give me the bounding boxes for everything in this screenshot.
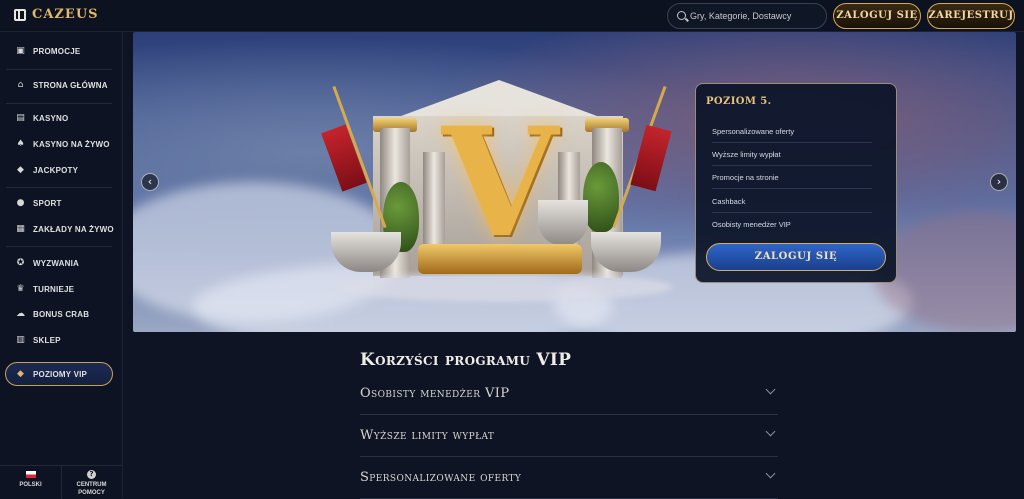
accordion-label: Osobisty menedżer VIP <box>360 386 510 401</box>
perk-item: Spersonalizowane oferty <box>712 120 872 143</box>
sidebar-item-label: KASYNO NA ŻYWO <box>33 139 110 149</box>
accordion-label: Wyższe limity wypłat <box>360 428 495 443</box>
sidebar-item-sklep[interactable]: ▥ SKLEP <box>0 328 122 352</box>
register-button[interactable]: ZAREJESTRUJ <box>927 3 1015 29</box>
level-title: POZIOM 5. <box>706 96 772 107</box>
sidebar-footer: POLSKI ? CENTRUM POMOCY <box>0 465 122 499</box>
cards-icon: ♠ <box>16 138 25 149</box>
sidebar-item-wyzwania[interactable]: ✪ WYZWANIA <box>0 251 122 275</box>
carousel-prev-button[interactable]: ‹ <box>141 173 159 191</box>
poland-flag-icon <box>25 471 36 478</box>
perk-item: Cashback <box>712 190 872 213</box>
sidebar-item-home[interactable]: ⌂ STRONA GŁÓWNA <box>0 73 122 97</box>
gift-icon: ▣ <box>16 45 25 56</box>
slot-icon: ▤ <box>16 112 25 123</box>
medal-icon: ✪ <box>16 257 25 268</box>
sidebar-item-turnieje[interactable]: ♛ TURNIEJE <box>0 277 122 301</box>
logo[interactable]: CAZEUS <box>32 7 99 22</box>
section-title: Korzyści programu VIP <box>360 350 572 370</box>
divider <box>6 69 112 70</box>
chevron-down-icon <box>765 426 776 437</box>
login-button[interactable]: ZALOGUJ SIĘ <box>833 3 921 29</box>
sidebar-item-label: JACKPOTY <box>33 165 79 175</box>
vip-benefits-section: Korzyści programu VIP Osobisty menedżer … <box>360 350 778 499</box>
shop-icon: ▥ <box>16 334 25 345</box>
sidebar-item-kasyno[interactable]: ▤ KASYNO <box>0 106 122 130</box>
sidebar-item-vip-levels[interactable]: ◆ POZIOMY VIP <box>5 362 113 386</box>
sidebar-item-label: POZIOMY VIP <box>33 369 88 379</box>
sidebar-item-jackpoty[interactable]: ◆ JACKPOTY <box>0 158 122 182</box>
chevron-down-icon <box>765 384 776 395</box>
sidebar-item-promocje[interactable]: ▣ PROMOCJE <box>0 39 122 63</box>
sidebar-item-label: BONUS CRAB <box>33 309 90 319</box>
search-box[interactable] <box>667 3 827 29</box>
top-bar: CAZEUS ZALOGUJ SIĘ ZAREJESTRUJ <box>0 0 1024 32</box>
perk-item: Wyższe limity wypłat <box>712 143 872 166</box>
sidebar-item-kasyno-na-zywo[interactable]: ♠ KASYNO NA ŻYWO <box>0 132 122 156</box>
search-input[interactable] <box>690 8 820 24</box>
perk-item: Promocje na stronie <box>712 166 872 189</box>
sidebar-item-label: SKLEP <box>33 335 61 345</box>
live-bet-icon: ▦ <box>16 223 25 234</box>
divider <box>6 103 112 104</box>
vip-level-card: POZIOM 5. Spersonalizowane oferty Wyższe… <box>695 83 897 283</box>
accordion-item[interactable]: Wyższe limity wypłat <box>360 415 778 457</box>
sidebar-item-label: WYZWANIA <box>33 258 80 268</box>
sidebar-toggle-icon[interactable] <box>14 9 26 21</box>
sidebar-item-sport[interactable]: ● SPORT <box>0 191 122 215</box>
help-icon: ? <box>87 470 96 479</box>
chevron-down-icon <box>765 468 776 479</box>
divider <box>6 187 112 188</box>
help-label-line1: CENTRUM <box>76 482 107 488</box>
vip-v-emblem: V <box>441 95 559 271</box>
floor-mist <box>333 272 673 302</box>
sidebar-item-label: SPORT <box>33 198 62 208</box>
sidebar-item-label: STRONA GŁÓWNA <box>33 80 108 90</box>
help-label-line2: POMOCY <box>78 490 105 496</box>
carousel-next-button[interactable]: › <box>990 173 1008 191</box>
sidebar-item-bonus-crab[interactable]: ☁ BONUS CRAB <box>0 302 122 326</box>
search-icon <box>677 11 686 20</box>
vip-diamond-icon: ◆ <box>17 368 24 379</box>
language-label: POLSKI <box>19 482 42 488</box>
home-icon: ⌂ <box>17 79 24 90</box>
sidebar-item-label: KASYNO <box>33 113 69 123</box>
accordion-item[interactable]: Osobisty menedżer VIP <box>360 373 778 415</box>
red-banner <box>630 124 672 192</box>
crab-icon: ☁ <box>16 308 25 319</box>
hero-banner: V ‹ › POZIOM 5. Spersonalizowane oferty … <box>133 32 1016 332</box>
sidebar-item-label: PROMOCJE <box>33 46 81 56</box>
divider <box>6 246 112 247</box>
ball-icon: ● <box>16 197 25 208</box>
accordion-label: Spersonalizowane oferty <box>360 470 522 485</box>
sidebar: ▣ PROMOCJE ⌂ STRONA GŁÓWNA ▤ KASYNO ♠ KA… <box>0 32 123 499</box>
language-selector[interactable]: POLSKI <box>0 469 61 489</box>
accordion-item[interactable]: Spersonalizowane oferty <box>360 457 778 499</box>
help-center-link[interactable]: ? CENTRUM POMOCY <box>61 469 122 497</box>
diamond-icon: ◆ <box>17 164 24 175</box>
card-login-button[interactable]: ZALOGUJ SIĘ <box>706 243 886 271</box>
sidebar-item-label: ZAKŁADY NA ŻYWO <box>33 224 114 234</box>
sidebar-item-label: TURNIEJE <box>33 284 75 294</box>
trophy-icon: ♛ <box>16 283 25 294</box>
perk-item: Osobisty menedżer VIP <box>712 220 791 229</box>
sidebar-item-zaklady-na-zywo[interactable]: ▦ ZAKŁADY NA ŻYWO <box>0 217 122 241</box>
